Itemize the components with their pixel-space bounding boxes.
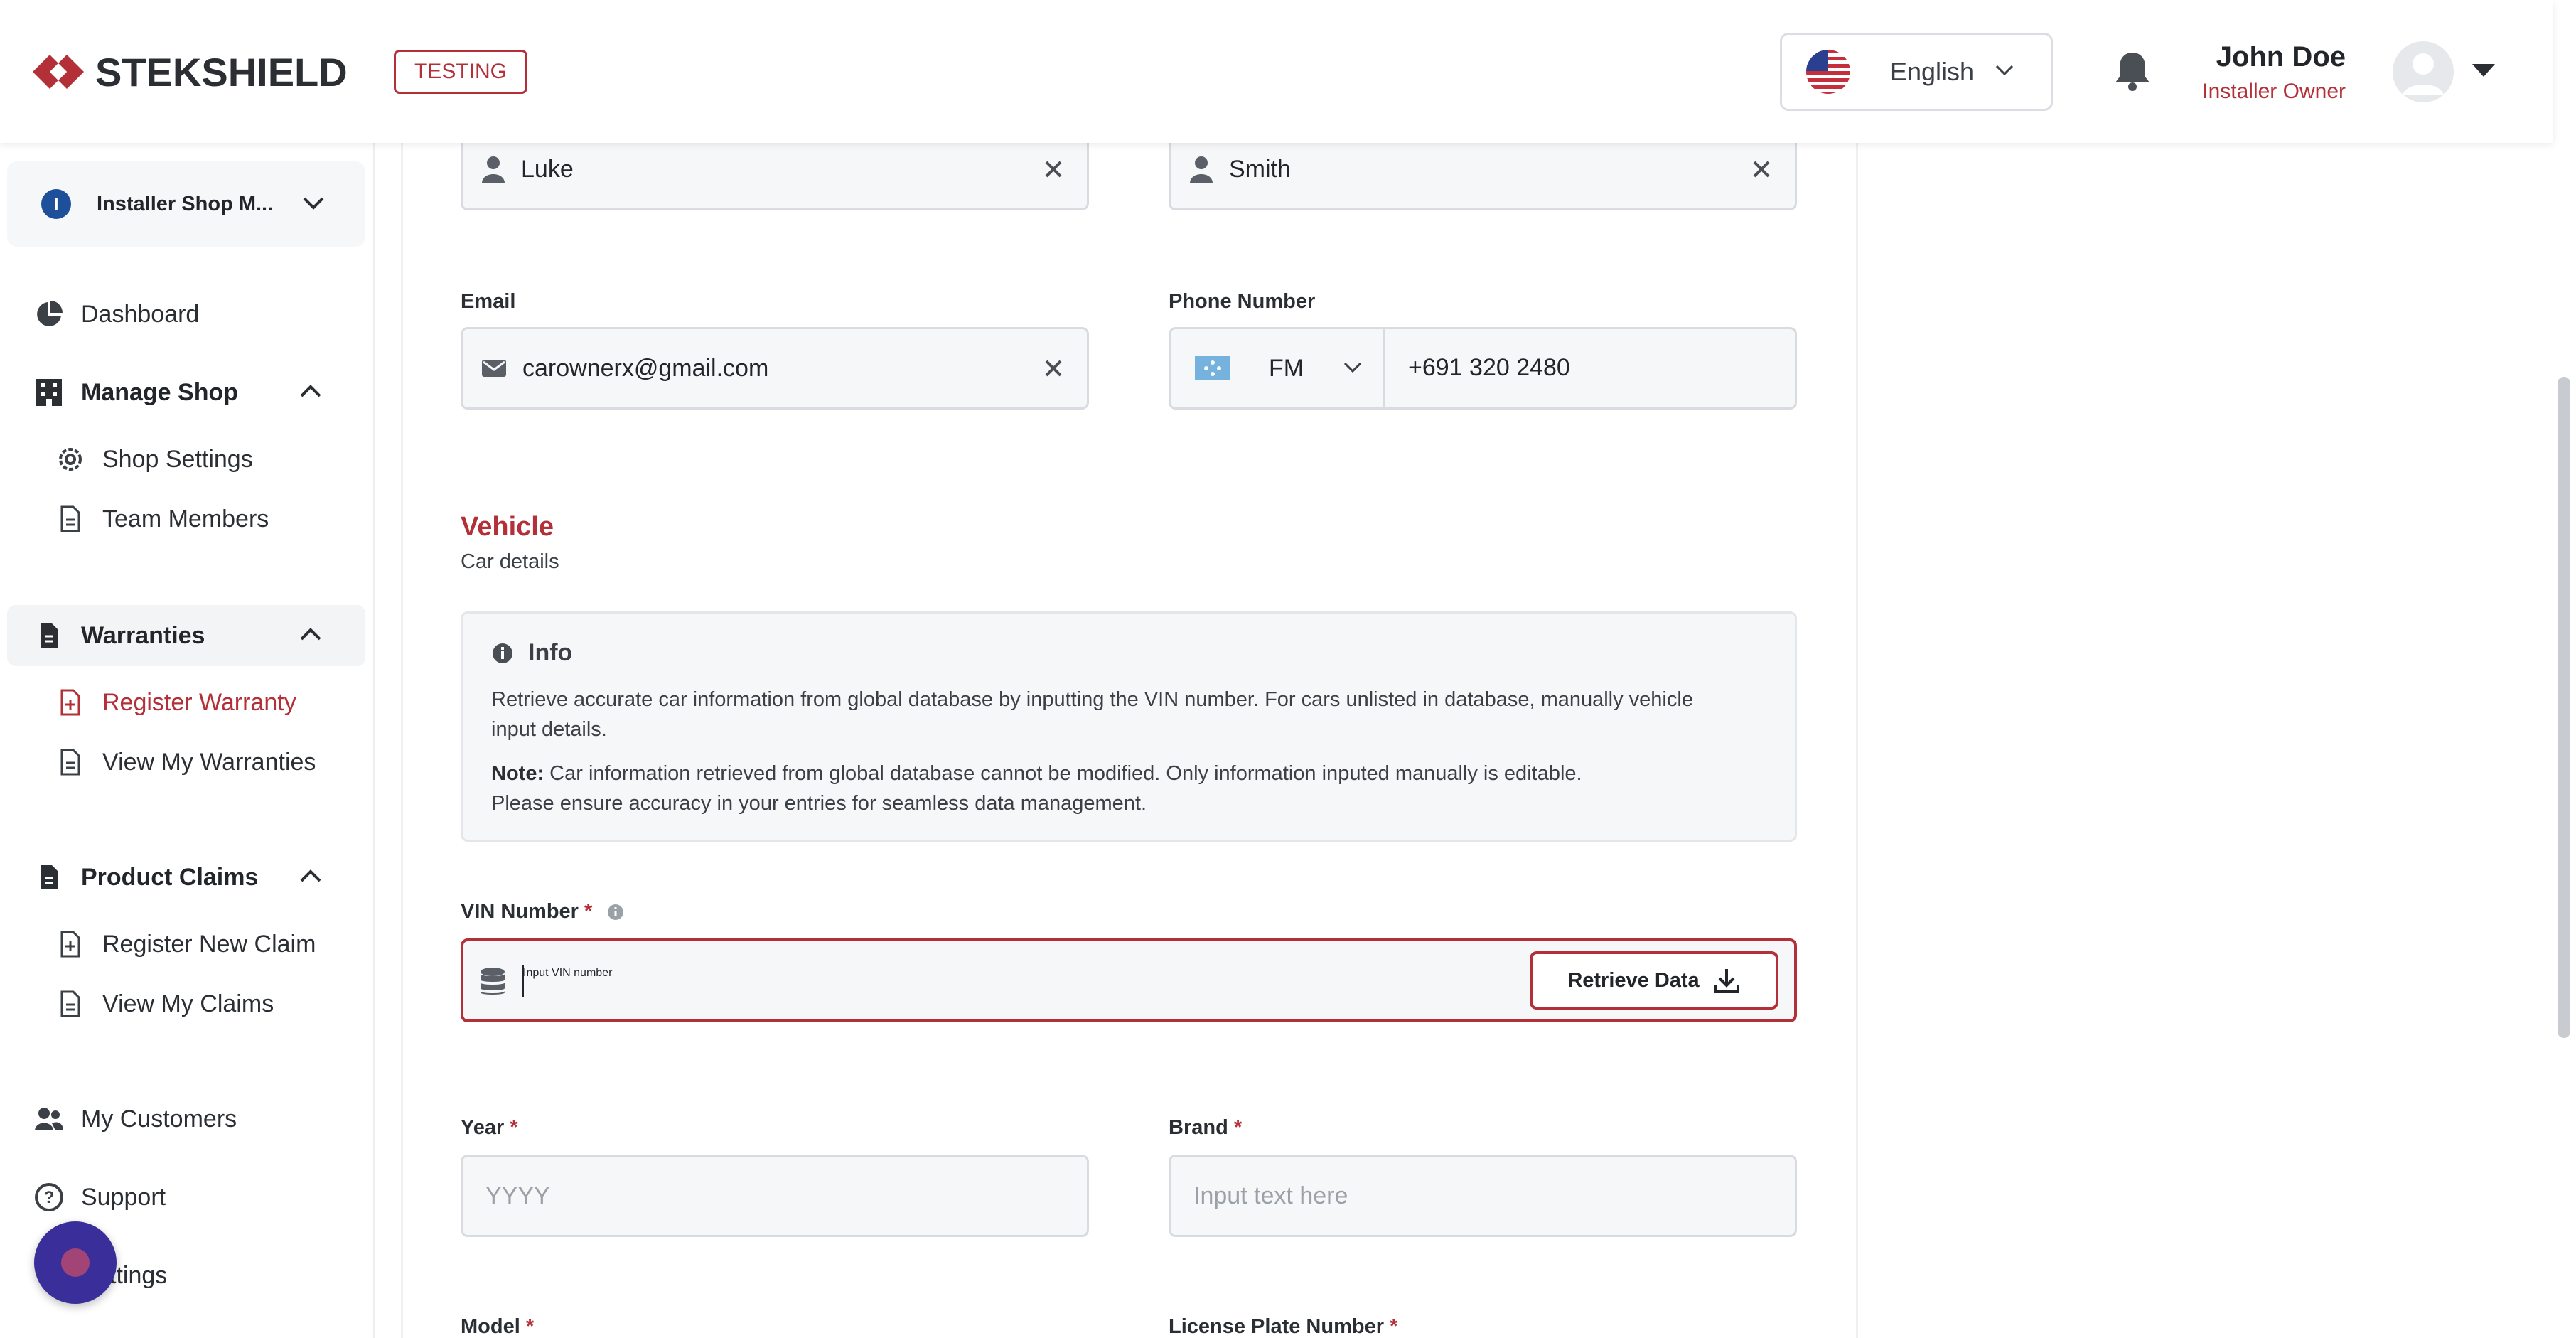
sidebar-item-register-new-claim[interactable]: Register New Claim bbox=[54, 928, 316, 960]
brand-label: Brand * bbox=[1169, 1116, 1243, 1139]
year-label: Year * bbox=[461, 1116, 518, 1139]
vin-input[interactable]: Input VIN number Retrieve Data bbox=[461, 938, 1797, 1022]
user-icon bbox=[1190, 156, 1213, 183]
sidebar: I Installer Shop M... Dashboard Manage S… bbox=[0, 143, 375, 1338]
micronesia-flag-icon bbox=[1195, 356, 1230, 380]
chevron-up-icon[interactable] bbox=[299, 868, 323, 884]
chevron-down-icon bbox=[1343, 362, 1362, 373]
shop-name: Installer Shop M... bbox=[97, 192, 274, 215]
info-title: Info bbox=[528, 639, 573, 666]
clear-icon[interactable] bbox=[1041, 157, 1066, 181]
notification-bell-icon[interactable] bbox=[2113, 50, 2152, 92]
license-plate-label: License Plate Number * bbox=[1169, 1315, 1398, 1338]
vehicle-section-title: Vehicle bbox=[461, 512, 554, 542]
brand-logo[interactable]: STEKSHIELD bbox=[31, 46, 348, 98]
brand-name: STEKSHIELD bbox=[95, 49, 348, 95]
info-note-text: Car information retrieved from global da… bbox=[544, 762, 1582, 785]
users-icon bbox=[33, 1103, 65, 1135]
email-field[interactable]: carownerx@gmail.com bbox=[461, 327, 1089, 410]
sidebar-item-support[interactable]: ? Support bbox=[33, 1181, 166, 1214]
chat-widget-button[interactable] bbox=[34, 1221, 117, 1304]
clear-icon[interactable] bbox=[1749, 157, 1773, 181]
document-add-icon bbox=[54, 928, 87, 960]
pie-chart-icon bbox=[33, 298, 65, 331]
sidebar-item-register-warranty[interactable]: Register Warranty bbox=[54, 686, 296, 719]
avatar-placeholder-icon bbox=[2403, 53, 2444, 95]
gear-icon bbox=[54, 443, 87, 476]
info-line-2: input details. bbox=[491, 718, 607, 741]
sidebar-section-manage-shop[interactable]: Manage Shop bbox=[33, 376, 238, 409]
sidebar-item-shop-settings[interactable]: Shop Settings bbox=[54, 443, 253, 476]
chevron-down-icon bbox=[303, 197, 324, 210]
user-avatar[interactable] bbox=[2393, 41, 2454, 102]
brand-logo-icon bbox=[33, 55, 84, 89]
question-circle-icon: ? bbox=[33, 1181, 65, 1214]
chat-icon bbox=[61, 1248, 90, 1277]
language-select[interactable]: English bbox=[1780, 33, 2053, 111]
user-icon bbox=[482, 156, 505, 183]
shop-switcher[interactable]: I Installer Shop M... bbox=[7, 161, 365, 247]
language-label: English bbox=[1890, 57, 1975, 86]
phone-field: FM +691 320 2480 bbox=[1169, 327, 1797, 410]
user-menu-caret-icon[interactable] bbox=[2471, 63, 2496, 78]
user-role: Installer Owner bbox=[2202, 80, 2346, 103]
info-callout: Info Retrieve accurate car information f… bbox=[461, 611, 1797, 842]
brand-input[interactable]: Input text here bbox=[1169, 1155, 1797, 1237]
download-icon bbox=[1713, 969, 1739, 993]
page-scrollbar[interactable] bbox=[2558, 377, 2570, 1038]
mail-icon bbox=[482, 360, 506, 377]
us-flag-icon bbox=[1806, 50, 1850, 94]
database-icon bbox=[481, 968, 505, 995]
email-label: Email bbox=[461, 290, 516, 313]
chevron-down-icon bbox=[1995, 65, 2014, 76]
vehicle-section-subtitle: Car details bbox=[461, 550, 559, 573]
model-label: Model * bbox=[461, 1315, 535, 1338]
sidebar-item-dashboard[interactable]: Dashboard bbox=[33, 298, 199, 331]
country-code-select[interactable]: FM bbox=[1171, 329, 1385, 407]
phone-label: Phone Number bbox=[1169, 290, 1316, 313]
sidebar-item-my-customers[interactable]: My Customers bbox=[33, 1103, 237, 1135]
svg-text:?: ? bbox=[44, 1188, 55, 1207]
document-icon bbox=[54, 503, 87, 535]
sidebar-item-team-members[interactable]: Team Members bbox=[54, 503, 269, 535]
document-filled-icon bbox=[33, 619, 65, 652]
sidebar-item-view-my-warranties[interactable]: View My Warranties bbox=[54, 746, 316, 778]
chevron-up-icon[interactable] bbox=[299, 626, 323, 642]
retrieve-data-button[interactable]: Retrieve Data bbox=[1530, 951, 1778, 1010]
vin-label: VIN Number * bbox=[461, 900, 625, 924]
info-note-line: Note: Car information retrieved from glo… bbox=[491, 759, 1771, 788]
vin-placeholder: Input VIN number bbox=[523, 967, 613, 979]
document-icon bbox=[54, 746, 87, 778]
sidebar-section-product-claims[interactable]: Product Claims bbox=[33, 861, 258, 894]
info-note-label: Note: bbox=[491, 762, 544, 785]
top-header: STEKSHIELD TESTING English John Doe Inst bbox=[0, 0, 2553, 143]
info-line-4: Please ensure accuracy in your entries f… bbox=[491, 792, 1147, 815]
phone-number-input[interactable]: +691 320 2480 bbox=[1408, 354, 1570, 382]
info-icon bbox=[493, 643, 512, 663]
info-icon[interactable] bbox=[606, 903, 625, 921]
environment-badge: TESTING bbox=[394, 50, 527, 94]
chevron-up-icon[interactable] bbox=[299, 383, 323, 399]
building-icon bbox=[33, 376, 65, 409]
user-name: John Doe bbox=[2216, 41, 2346, 73]
document-add-icon bbox=[54, 686, 87, 719]
document-filled-icon bbox=[33, 861, 65, 894]
sidebar-section-warranties[interactable]: Warranties bbox=[33, 619, 205, 652]
clear-icon[interactable] bbox=[1041, 356, 1066, 380]
info-line-1: Retrieve accurate car information from g… bbox=[491, 688, 1693, 711]
shop-icon: I bbox=[41, 189, 71, 219]
year-input[interactable]: YYYY bbox=[461, 1155, 1089, 1237]
document-icon bbox=[54, 988, 87, 1020]
sidebar-item-view-my-claims[interactable]: View My Claims bbox=[54, 988, 274, 1020]
